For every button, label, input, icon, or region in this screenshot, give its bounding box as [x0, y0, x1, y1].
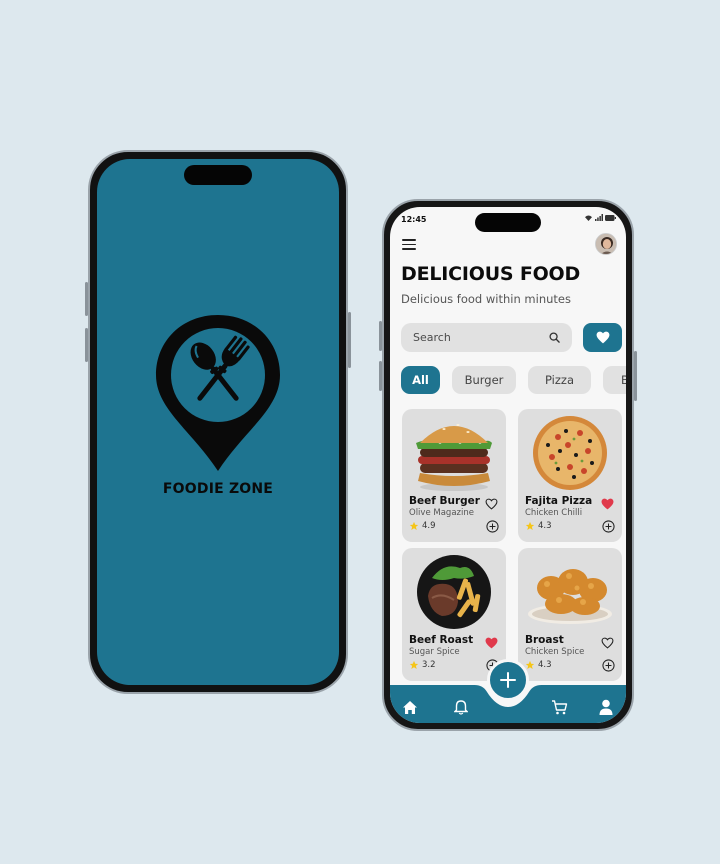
add-to-cart-icon[interactable] [602, 520, 615, 533]
rating-value: 4.3 [538, 521, 552, 531]
brand-name: FOODIE ZONE [162, 481, 274, 497]
hamburger-menu-icon[interactable] [402, 239, 416, 250]
heart-outline-icon[interactable] [485, 498, 498, 510]
beef-roast-image [417, 555, 491, 629]
heart-icon [596, 331, 609, 344]
home-icon [403, 700, 417, 714]
location-pin-spoon-fork-icon [156, 315, 280, 471]
app-screen: 12:45 DELICIOUS FOOD Delicious food with… [390, 207, 626, 723]
status-time: 12:45 [401, 215, 427, 224]
search-input[interactable] [413, 331, 533, 344]
search-icon[interactable] [549, 332, 560, 343]
cart-icon [551, 700, 567, 715]
nav-profile[interactable] [597, 698, 615, 716]
category-chip-pizza[interactable]: Pizza [528, 366, 591, 394]
plus-icon [500, 672, 516, 688]
pizza-image [533, 416, 607, 490]
battery-icon [605, 214, 616, 221]
broast-image [528, 569, 612, 624]
signal-icon [595, 214, 603, 221]
category-tabs: All Burger Pizza B [401, 366, 626, 394]
star-icon [525, 521, 535, 530]
nav-cart[interactable] [550, 698, 568, 716]
star-icon [525, 660, 535, 669]
food-name: Beef Burger [409, 495, 480, 507]
food-rating: 4.9 [409, 521, 436, 531]
rating-value: 4.9 [422, 521, 436, 531]
phone-side-button [85, 282, 88, 316]
food-source: Sugar Spice [409, 647, 460, 657]
star-icon [409, 660, 419, 669]
phone-side-button [348, 312, 351, 368]
food-source: Olive Magazine [409, 508, 474, 518]
food-name: Broast [525, 634, 564, 646]
dynamic-island [475, 213, 541, 232]
food-card-fajita-pizza[interactable]: Fajita Pizza Chicken Chilli 4.3 [518, 409, 622, 542]
category-chip-partial[interactable]: B [603, 366, 626, 394]
food-source: Chicken Chilli [525, 508, 583, 518]
food-card-broast[interactable]: Broast Chicken Spice 4.3 [518, 548, 622, 681]
add-to-cart-icon[interactable] [486, 520, 499, 533]
food-name: Beef Roast [409, 634, 474, 646]
heart-outline-icon[interactable] [601, 637, 614, 649]
food-rating: 3.2 [409, 660, 436, 670]
nav-home[interactable] [401, 698, 419, 716]
star-icon [409, 521, 419, 530]
user-avatar[interactable] [595, 233, 617, 255]
splash-screen: FOODIE ZONE [97, 159, 339, 685]
rating-value: 3.2 [422, 660, 436, 670]
add-to-cart-icon[interactable] [602, 659, 615, 672]
food-source: Chicken Spice [525, 647, 585, 657]
page-subtitle: Delicious food within minutes [401, 292, 571, 306]
foodie-zone-logo [150, 311, 286, 475]
dynamic-island [184, 165, 252, 185]
heart-filled-icon[interactable] [485, 637, 498, 649]
add-fab-button[interactable] [487, 659, 529, 701]
food-name: Fajita Pizza [525, 495, 593, 507]
app-phone: 12:45 DELICIOUS FOOD Delicious food with… [379, 199, 637, 731]
food-card-beef-roast[interactable]: Beef Roast Sugar Spice 3.2 [402, 548, 506, 681]
food-card-beef-burger[interactable]: Beef Burger Olive Magazine 4.9 [402, 409, 506, 542]
page-title: DELICIOUS FOOD [401, 263, 581, 285]
avatar-portrait-icon [596, 234, 616, 254]
category-chip-burger[interactable]: Burger [452, 366, 516, 394]
favorites-button[interactable] [583, 323, 622, 352]
nav-notifications[interactable] [452, 698, 470, 716]
phone-side-button [379, 361, 382, 391]
profile-icon [599, 699, 613, 715]
rating-value: 4.3 [538, 660, 552, 670]
phone-side-button [634, 351, 637, 401]
status-icons [584, 214, 616, 221]
heart-filled-icon[interactable] [601, 498, 614, 510]
splash-phone: FOODIE ZONE [85, 150, 351, 694]
phone-side-button [379, 321, 382, 351]
burger-image [416, 424, 492, 491]
bell-icon [454, 700, 468, 715]
food-rating: 4.3 [525, 660, 552, 670]
category-chip-all[interactable]: All [401, 366, 440, 394]
phone-side-button [85, 328, 88, 362]
food-rating: 4.3 [525, 521, 552, 531]
search-bar[interactable] [401, 323, 572, 352]
wifi-icon [585, 215, 592, 221]
